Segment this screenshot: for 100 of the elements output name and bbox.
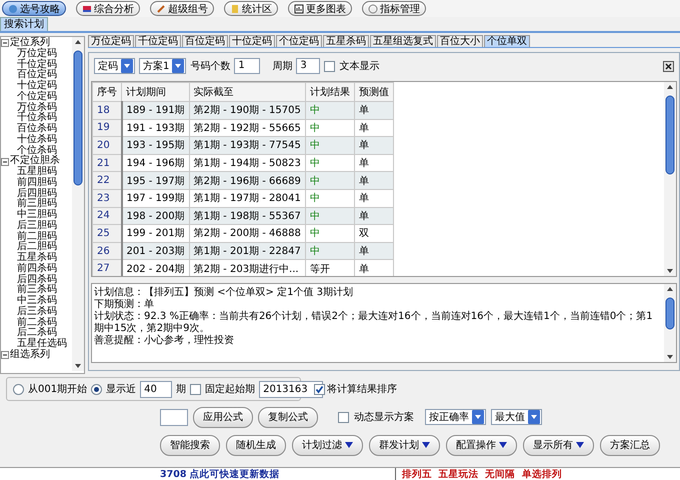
tree-item[interactable]: 万位定码 [17, 48, 57, 60]
input-field[interactable]: 1 [234, 58, 260, 74]
table-cell: 单 [354, 102, 394, 120]
column-header: 预测值 [354, 82, 394, 102]
tree-item[interactable]: 前四杀码 [17, 264, 57, 274]
toolbar-tab[interactable]: 指标管理 [362, 1, 426, 16]
tree-item[interactable]: 前三杀码 [17, 285, 57, 296]
radio-label: 显示近 [106, 382, 136, 396]
table-cell: 第1期 - 197期 - 28041 [189, 189, 306, 208]
tree-item[interactable]: 十位杀码 [17, 134, 57, 146]
tab[interactable]: 搜索计划 [0, 17, 48, 31]
tree-item[interactable]: 五星杀码 [17, 253, 57, 264]
radio-button[interactable] [13, 384, 24, 394]
tab[interactable]: 个位单双 [484, 35, 530, 47]
input-field[interactable]: 3 [296, 58, 320, 74]
collapse-icon[interactable] [1, 39, 9, 48]
menu-button[interactable]: 显示所有 [523, 434, 594, 456]
table-cell: 中 [305, 189, 354, 208]
tree-item[interactable]: 百位杀码 [17, 124, 57, 135]
checkbox[interactable] [338, 412, 349, 422]
tree-item[interactable]: 五星胆码 [17, 167, 57, 178]
tab[interactable]: 五星组选复式 [370, 35, 436, 47]
info-text: 计划状态：92.3 %正确率：当前共有26个计划，错误2个；最大连对16个，当前连对16个，最大连错1个，当前连错0个；第1期中15次，第2期中9次。 [94, 311, 654, 334]
table-cell: 第1期 - 193期 - 77545 [189, 136, 306, 154]
checkbox[interactable] [314, 384, 325, 394]
tree-item[interactable]: 个位定码 [17, 92, 57, 102]
table-cell: 单 [354, 207, 394, 225]
tree-item[interactable]: 十位定码 [17, 81, 57, 92]
tree-item[interactable]: 组选系列 [10, 350, 50, 360]
tree-item[interactable]: 后二杀码 [17, 328, 57, 339]
label: 周期 [272, 60, 292, 73]
dropdown[interactable]: 最大值 [491, 409, 542, 425]
table-cell: 27 [92, 260, 122, 276]
tab[interactable]: 五星杀码 [323, 35, 369, 47]
table-cell: 193 - 195期 [122, 136, 190, 154]
table-cell: 中 [305, 224, 354, 242]
dropdown[interactable]: 按正确率 [425, 409, 486, 425]
tree-item[interactable]: 后三胆码 [17, 220, 57, 232]
tab[interactable]: 千位定码 [135, 35, 181, 47]
tree-item[interactable]: 五星任选码 [17, 339, 67, 350]
pen-icon [156, 4, 166, 14]
copy-button[interactable]: 复制公式 [258, 406, 318, 428]
table-cell: 中 [305, 172, 354, 190]
info-text: 下期预测：单 [94, 299, 155, 310]
menu-button[interactable]: 群发计划 [369, 434, 440, 456]
menu-button[interactable]: 计划过滤 [292, 434, 363, 456]
action-button[interactable]: 随机生成 [226, 434, 286, 456]
table-cell: 199 - 201期 [122, 224, 190, 242]
label: 期 [176, 382, 186, 396]
tab[interactable]: 百位大小 [437, 35, 483, 47]
checkbox[interactable] [190, 384, 202, 394]
menu-button[interactable]: 配置操作 [446, 434, 517, 456]
table-cell: 201 - 203期 [122, 242, 190, 260]
toolbar-tab[interactable]: 统计区 [224, 1, 278, 16]
tab[interactable]: 百位定码 [182, 35, 228, 47]
input-field[interactable] [160, 408, 188, 426]
checkbox-label: 动态显示方案 [354, 410, 414, 424]
tree-item[interactable]: 后三杀码 [17, 306, 57, 318]
dropdown[interactable]: 方案1 [139, 58, 186, 74]
tab[interactable]: 十位定码 [229, 35, 275, 47]
tab[interactable]: 个位定码 [276, 35, 322, 47]
tree-item[interactable]: 前三胆码 [17, 199, 57, 210]
input-field[interactable]: 40 [140, 380, 172, 398]
radio-button[interactable] [91, 384, 102, 394]
dropdown-arrow-icon [345, 442, 353, 448]
tree-item[interactable]: 前四胆码 [17, 178, 57, 188]
tree-item[interactable]: 中三胆码 [17, 210, 57, 221]
collapse-icon[interactable] [1, 351, 9, 360]
tree-item[interactable]: 后四杀码 [17, 274, 57, 286]
dropdown[interactable]: 定码 [94, 58, 135, 74]
toolbar-tab[interactable]: 更多图表 [288, 1, 352, 16]
tree-item[interactable]: 后二胆码 [17, 242, 57, 253]
column-header: 实际截至 [189, 82, 306, 102]
toolbar-tab[interactable]: 综合分析 [76, 1, 140, 16]
table-cell: 26 [92, 242, 122, 260]
tab[interactable]: 万位定码 [88, 35, 134, 47]
tree-item[interactable]: 不定位胆杀 [10, 156, 60, 167]
table-cell: 第1期 - 198期 - 55367 [189, 207, 306, 225]
tree-item[interactable]: 中三杀码 [17, 296, 57, 307]
table-cell: 单 [354, 172, 394, 190]
table-cell: 中 [305, 136, 354, 154]
toolbar-tab[interactable]: 选号攻略 [2, 1, 66, 16]
action-button[interactable]: 智能搜索 [160, 434, 220, 456]
checkbox[interactable] [324, 60, 336, 72]
column-header: 计划期间 [122, 82, 190, 102]
tree-item[interactable]: 后四胆码 [17, 188, 57, 200]
toolbar-tab[interactable]: 超级组号 [150, 1, 214, 16]
table-cell: 中 [305, 207, 354, 225]
status-link[interactable]: 3708 点此可快速更新数据 [0, 468, 395, 480]
input-field[interactable]: 2013163 [259, 380, 324, 398]
tree-item[interactable]: 千位杀码 [17, 113, 57, 124]
table-cell: 21 [92, 154, 122, 172]
tree-item[interactable]: 百位定码 [17, 70, 57, 81]
dropdown-arrow-icon [576, 442, 584, 448]
collapse-icon[interactable] [1, 158, 9, 166]
close-icon[interactable] [663, 60, 674, 72]
dropdown-arrow-icon [499, 442, 507, 448]
apply-button[interactable]: 应用公式 [193, 406, 253, 428]
table-cell: 24 [92, 207, 122, 225]
action-button[interactable]: 方案汇总 [600, 434, 660, 456]
